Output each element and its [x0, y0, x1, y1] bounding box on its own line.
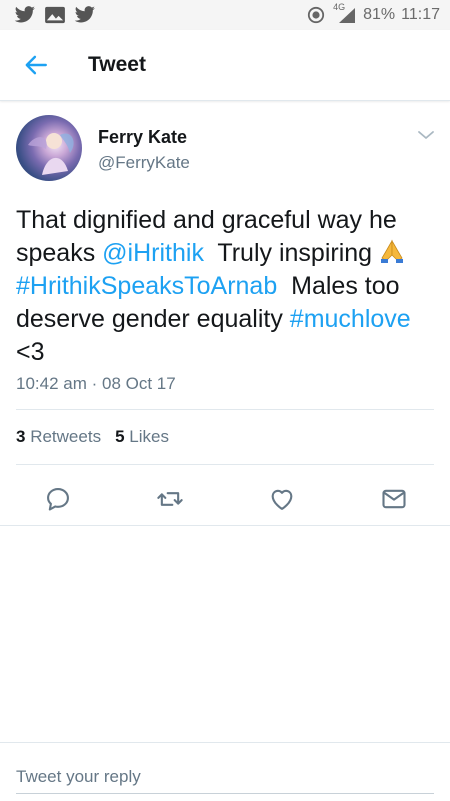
retweets-count: 3: [16, 427, 26, 446]
divider: [16, 409, 434, 410]
retweets-count-link[interactable]: 3 Retweets: [16, 427, 101, 447]
direct-message-icon: [382, 489, 406, 509]
tweet-options-button[interactable]: [414, 123, 438, 147]
twitter-icon: [14, 6, 36, 24]
hashtag-link[interactable]: #HrithikSpeaksToArnab: [16, 272, 277, 300]
likes-count: 5: [115, 427, 125, 446]
chevron-down-icon: [418, 131, 434, 139]
notification-icons: [14, 6, 96, 24]
reply-button[interactable]: [44, 485, 72, 513]
reply-input[interactable]: [16, 761, 434, 794]
twitter-icon: [74, 6, 96, 24]
mention-link[interactable]: @iHrithik: [102, 239, 204, 267]
divider: [0, 525, 450, 526]
author-name[interactable]: Ferry Kate: [98, 127, 187, 148]
tweet-actions: [0, 477, 450, 525]
reply-icon: [47, 488, 69, 511]
status-bar: 4G 81% 11:17: [0, 0, 450, 30]
do-not-disturb-icon: [307, 6, 325, 24]
likes-label: Likes: [129, 427, 169, 446]
image-icon: [44, 6, 66, 24]
tweet-author: Ferry Kate @FerryKate: [0, 101, 450, 201]
clock: 11:17: [401, 6, 440, 23]
retweet-icon: [157, 492, 183, 506]
reply-bar: [0, 742, 450, 801]
tweet-stats: 3 Retweets 5 Likes: [16, 427, 169, 447]
app-header: Tweet: [0, 30, 450, 101]
tweet-text-part: <3: [16, 338, 45, 366]
retweet-button[interactable]: [156, 485, 184, 513]
tweet-text: That dignified and graceful way he speak…: [16, 204, 436, 369]
battery-percent: 81%: [363, 6, 396, 23]
page-title: Tweet: [88, 53, 146, 76]
signal-4g-icon: 4G: [331, 2, 357, 24]
hashtag-link[interactable]: #muchlove: [290, 305, 411, 333]
tweet-detail: Ferry Kate @FerryKate That dignified and…: [0, 101, 450, 526]
tweet-timestamp: 10:42 am · 08 Oct 17: [16, 374, 176, 393]
direct-message-button[interactable]: [380, 485, 408, 513]
like-button[interactable]: [268, 485, 296, 513]
network-label: 4G: [333, 2, 346, 12]
system-status: 4G 81% 11:17: [307, 2, 440, 24]
folded-hands-emoji: [379, 238, 405, 264]
retweets-label: Retweets: [30, 427, 102, 446]
tweet-text-part: Truly inspiring: [203, 239, 380, 267]
author-handle[interactable]: @FerryKate: [98, 153, 190, 173]
arrow-left-icon: [25, 55, 47, 75]
avatar[interactable]: [16, 115, 82, 181]
back-button[interactable]: [16, 45, 56, 85]
divider: [16, 464, 434, 465]
likes-count-link[interactable]: 5 Likes: [115, 427, 169, 447]
like-icon: [271, 489, 293, 510]
